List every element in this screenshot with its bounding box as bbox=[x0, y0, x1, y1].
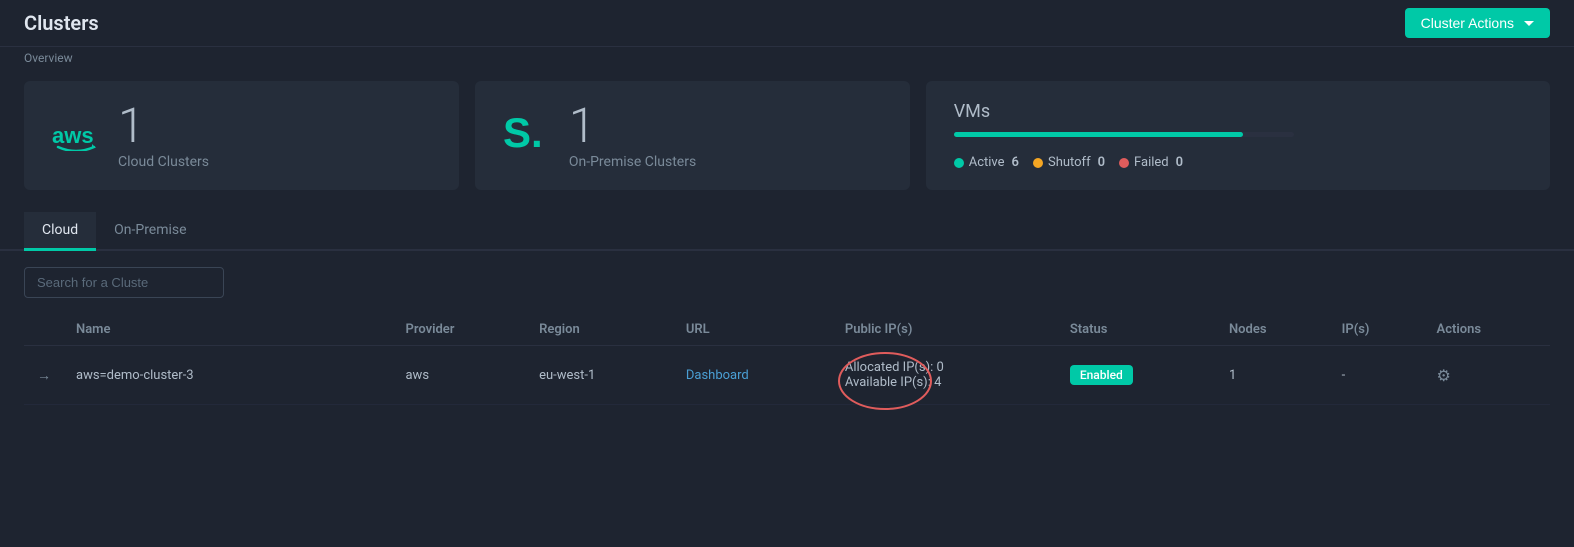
col-nodes: Nodes bbox=[1217, 314, 1330, 346]
shutoff-label: Shutoff bbox=[1048, 155, 1091, 170]
tabs-bar: Cloud On-Premise bbox=[0, 212, 1574, 251]
shutoff-dot-icon bbox=[1033, 158, 1043, 168]
col-name: Name bbox=[64, 314, 393, 346]
cloud-count-group: 1 Cloud Clusters bbox=[118, 102, 209, 170]
page-title: Clusters bbox=[24, 11, 99, 35]
cloud-clusters-card: aws 1 Cloud Clusters bbox=[24, 81, 459, 190]
cluster-actions-button[interactable]: Cluster Actions bbox=[1405, 8, 1550, 38]
available-ip-text: Available IP(s): 4 bbox=[845, 375, 944, 390]
vms-progress-bar bbox=[954, 132, 1243, 137]
content-area: Name Provider Region URL Public IP(s) St… bbox=[0, 251, 1574, 421]
active-label: Active bbox=[969, 155, 1005, 170]
row-name: aws=demo-cluster-3 bbox=[64, 346, 393, 405]
vms-card: VMs Active 6 Shutoff 0 Failed 0 bbox=[926, 81, 1550, 190]
col-url: URL bbox=[674, 314, 833, 346]
table-header: Name Provider Region URL Public IP(s) St… bbox=[24, 314, 1550, 346]
allocated-ip-text: Allocated IP(s): 0 bbox=[845, 360, 944, 375]
expand-arrow-icon[interactable]: → bbox=[37, 368, 51, 384]
breadcrumb: Overview bbox=[0, 47, 1574, 75]
clusters-table: Name Provider Region URL Public IP(s) St… bbox=[24, 314, 1550, 405]
onpremise-count-group: 1 On-Premise Clusters bbox=[569, 102, 696, 170]
vms-stats: Active 6 Shutoff 0 Failed 0 bbox=[954, 155, 1183, 170]
col-public-ip: Public IP(s) bbox=[833, 314, 1058, 346]
row-actions[interactable]: ⚙ bbox=[1425, 346, 1550, 405]
row-provider: aws bbox=[393, 346, 527, 405]
scaleway-svg-icon: S. bbox=[503, 109, 551, 157]
shutoff-stat: Shutoff 0 bbox=[1033, 155, 1105, 170]
failed-count: 0 bbox=[1176, 155, 1183, 170]
status-badge: Enabled bbox=[1070, 365, 1133, 385]
ip-info: Allocated IP(s): 0 Available IP(s): 4 bbox=[845, 360, 944, 390]
aws-svg-icon: aws bbox=[52, 121, 100, 151]
dashboard-link[interactable]: Dashboard bbox=[686, 368, 749, 383]
row-ips: - bbox=[1330, 346, 1425, 405]
aws-logo-icon: aws bbox=[52, 121, 100, 151]
onpremise-clusters-card: S. 1 On-Premise Clusters bbox=[475, 81, 910, 190]
active-stat: Active 6 bbox=[954, 155, 1019, 170]
search-input[interactable] bbox=[24, 267, 224, 298]
onpremise-cluster-count: 1 bbox=[569, 102, 696, 150]
col-arrow bbox=[24, 314, 64, 346]
table-row: → aws=demo-cluster-3 aws eu-west-1 Dashb… bbox=[24, 346, 1550, 405]
gear-icon[interactable]: ⚙ bbox=[1437, 366, 1451, 385]
onpremise-cluster-label: On-Premise Clusters bbox=[569, 154, 696, 170]
scaleway-logo-icon: S. bbox=[503, 109, 551, 162]
row-arrow: → bbox=[24, 346, 64, 405]
svg-text:S.: S. bbox=[503, 109, 543, 156]
col-ips: IP(s) bbox=[1330, 314, 1425, 346]
summary-cards: aws 1 Cloud Clusters S. 1 On-Premise Clu… bbox=[0, 81, 1574, 206]
cluster-actions-label: Cluster Actions bbox=[1421, 15, 1514, 31]
vms-progress-bar-container bbox=[954, 132, 1294, 137]
row-public-ip: Allocated IP(s): 0 Available IP(s): 4 bbox=[833, 346, 1058, 405]
failed-stat: Failed 0 bbox=[1119, 155, 1183, 170]
shutoff-count: 0 bbox=[1098, 155, 1105, 170]
active-dot-icon bbox=[954, 158, 964, 168]
col-provider: Provider bbox=[393, 314, 527, 346]
vms-title: VMs bbox=[954, 101, 990, 122]
col-status: Status bbox=[1058, 314, 1217, 346]
svg-text:aws: aws bbox=[52, 123, 94, 148]
row-region: eu-west-1 bbox=[527, 346, 674, 405]
row-url[interactable]: Dashboard bbox=[674, 346, 833, 405]
cloud-cluster-count: 1 bbox=[118, 102, 209, 150]
active-count: 6 bbox=[1012, 155, 1019, 170]
dropdown-caret-icon bbox=[1524, 21, 1534, 26]
failed-dot-icon bbox=[1119, 158, 1129, 168]
col-actions: Actions bbox=[1425, 314, 1550, 346]
cloud-cluster-label: Cloud Clusters bbox=[118, 154, 209, 170]
row-status: Enabled bbox=[1058, 346, 1217, 405]
row-nodes: 1 bbox=[1217, 346, 1330, 405]
tab-cloud[interactable]: Cloud bbox=[24, 212, 96, 251]
tab-onpremise[interactable]: On-Premise bbox=[96, 212, 204, 251]
col-region: Region bbox=[527, 314, 674, 346]
table-body: → aws=demo-cluster-3 aws eu-west-1 Dashb… bbox=[24, 346, 1550, 405]
failed-label: Failed bbox=[1134, 155, 1169, 170]
header: Clusters Cluster Actions bbox=[0, 0, 1574, 47]
